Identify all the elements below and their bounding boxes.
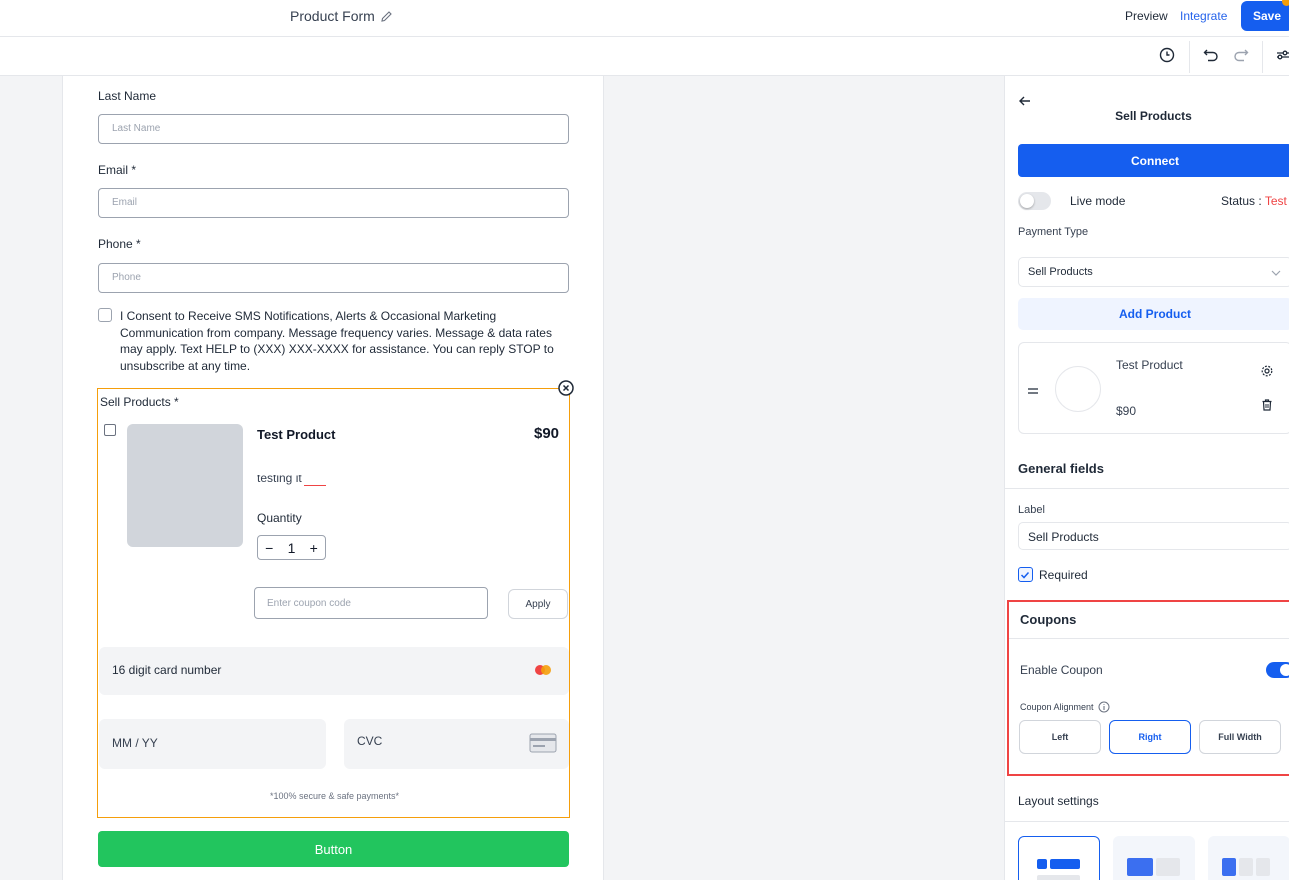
credit-card-icon xyxy=(529,733,557,753)
product-price: $90 xyxy=(534,425,560,442)
undo-icon[interactable] xyxy=(1202,46,1220,64)
product-name: Test Product xyxy=(257,427,336,442)
add-product-button[interactable]: Add Product xyxy=(1018,298,1289,330)
live-mode-toggle[interactable] xyxy=(1018,192,1051,210)
email-label: Email * xyxy=(98,163,137,177)
info-icon[interactable] xyxy=(1098,701,1110,713)
align-right-button[interactable]: Right xyxy=(1109,720,1191,754)
coupon-alignment-label: Coupon Alignment xyxy=(1020,701,1110,713)
status-value: Test xyxy=(1264,194,1287,208)
submit-button[interactable]: Button xyxy=(98,831,569,867)
secure-payment-note: *100% secure & safe payments* xyxy=(269,791,400,801)
coupon-alignment-text: Coupon Alignment xyxy=(1020,702,1094,712)
layout-settings-title: Layout settings xyxy=(1018,794,1099,808)
quantity-minus-button[interactable]: − xyxy=(265,540,273,556)
sell-products-label: Sell Products * xyxy=(100,395,179,409)
product-thumbnail xyxy=(1055,366,1101,412)
form-title[interactable]: Product Form xyxy=(290,8,393,24)
payment-type-select[interactable]: Sell Products xyxy=(1018,257,1289,287)
sell-products-block[interactable]: Sell Products * Test Product $90 testing… xyxy=(97,388,570,818)
quantity-label: Quantity xyxy=(257,511,302,525)
section-divider xyxy=(1005,821,1289,822)
drag-handle-icon[interactable] xyxy=(1027,387,1039,395)
last-name-label: Last Name xyxy=(98,89,157,103)
coupons-title: Coupons xyxy=(1020,612,1077,627)
align-full-width-button[interactable]: Full Width xyxy=(1199,720,1281,754)
description-underline xyxy=(304,485,326,486)
gear-icon[interactable] xyxy=(1260,364,1274,378)
expiry-field[interactable]: MM / YY xyxy=(99,719,326,769)
layout-preview-icon xyxy=(1037,859,1080,880)
product-card: Test Product $90 xyxy=(1018,342,1289,434)
card-number-field[interactable]: 16 digit card number xyxy=(99,647,569,695)
editor-toolbar xyxy=(0,37,1289,76)
quantity-stepper[interactable]: − 1 + xyxy=(257,535,326,560)
enable-coupon-label: Enable Coupon xyxy=(1020,663,1103,677)
enable-coupon-toggle[interactable] xyxy=(1266,662,1289,678)
section-divider xyxy=(1009,638,1289,639)
product-description: testing it xyxy=(257,475,302,485)
quantity-value: 1 xyxy=(287,539,296,556)
element-settings-panel: Sell Products Connect Live mode Status :… xyxy=(1004,76,1289,880)
coupon-code-input[interactable]: Enter coupon code xyxy=(254,587,488,619)
expiry-placeholder: MM / YY xyxy=(112,736,158,750)
label-input[interactable]: Sell Products xyxy=(1018,522,1289,550)
save-button[interactable]: Save xyxy=(1241,1,1289,31)
coupons-section: Coupons Enable Coupon Coupon Alignment L… xyxy=(1007,600,1289,776)
integrate-button[interactable]: Integrate xyxy=(1180,9,1227,23)
top-bar: Product Form Preview Integrate Save xyxy=(0,0,1289,37)
unsaved-indicator-dot xyxy=(1282,0,1289,6)
check-icon xyxy=(1020,571,1030,579)
pencil-icon[interactable] xyxy=(380,10,393,23)
settings-sliders-icon[interactable] xyxy=(1274,46,1289,64)
last-name-input[interactable]: Last Name xyxy=(98,114,569,144)
phone-label: Phone * xyxy=(98,237,141,251)
payment-type-label: Payment Type xyxy=(1018,226,1089,238)
align-left-button[interactable]: Left xyxy=(1019,720,1101,754)
apply-coupon-button[interactable]: Apply xyxy=(508,589,568,619)
form-canvas: Last Name Last Name Email * Email Phone … xyxy=(62,76,604,880)
layout-option-2[interactable] xyxy=(1113,836,1195,880)
live-mode-label: Live mode xyxy=(1070,194,1126,208)
trash-icon[interactable] xyxy=(1260,398,1274,412)
back-arrow-icon[interactable] xyxy=(1018,94,1032,108)
history-icon[interactable] xyxy=(1158,46,1176,64)
email-input[interactable]: Email xyxy=(98,188,569,218)
status-text: Status : Test xyxy=(1221,194,1287,208)
general-fields-title: General fields xyxy=(1018,461,1104,476)
layout-option-3[interactable] xyxy=(1208,836,1289,880)
required-checkbox[interactable] xyxy=(1018,567,1033,582)
layout-preview-icon xyxy=(1222,858,1270,876)
remove-block-icon[interactable] xyxy=(558,380,574,396)
mastercard-icon xyxy=(535,665,551,675)
cvc-field[interactable]: CVC xyxy=(344,719,569,769)
section-divider xyxy=(1005,488,1289,489)
connect-button[interactable]: Connect xyxy=(1018,144,1289,177)
card-number-placeholder: 16 digit card number xyxy=(112,663,222,677)
form-title-text: Product Form xyxy=(290,8,375,24)
payment-type-value: Sell Products xyxy=(1028,266,1093,278)
quantity-plus-button[interactable]: + xyxy=(310,540,318,556)
product-image xyxy=(127,424,243,547)
product-card-price: $90 xyxy=(1116,404,1137,418)
label-field-label: Label xyxy=(1018,504,1045,516)
redo-icon[interactable] xyxy=(1232,46,1250,64)
status-label: Status : xyxy=(1221,194,1265,208)
product-select-checkbox[interactable] xyxy=(104,424,116,436)
product-card-name: Test Product xyxy=(1116,358,1183,372)
phone-input[interactable]: Phone xyxy=(98,263,569,293)
cvc-placeholder: CVC xyxy=(357,734,383,748)
toolbar-divider xyxy=(1189,41,1190,73)
required-label: Required xyxy=(1039,568,1088,582)
toolbar-divider xyxy=(1262,41,1263,73)
layout-preview-icon xyxy=(1127,858,1180,876)
consent-checkbox[interactable] xyxy=(98,308,112,322)
layout-option-1[interactable] xyxy=(1018,836,1100,880)
chevron-down-icon xyxy=(1271,270,1281,276)
panel-title: Sell Products xyxy=(1115,109,1192,123)
preview-button[interactable]: Preview xyxy=(1125,9,1168,23)
consent-text: I Consent to Receive SMS Notifications, … xyxy=(120,309,554,373)
